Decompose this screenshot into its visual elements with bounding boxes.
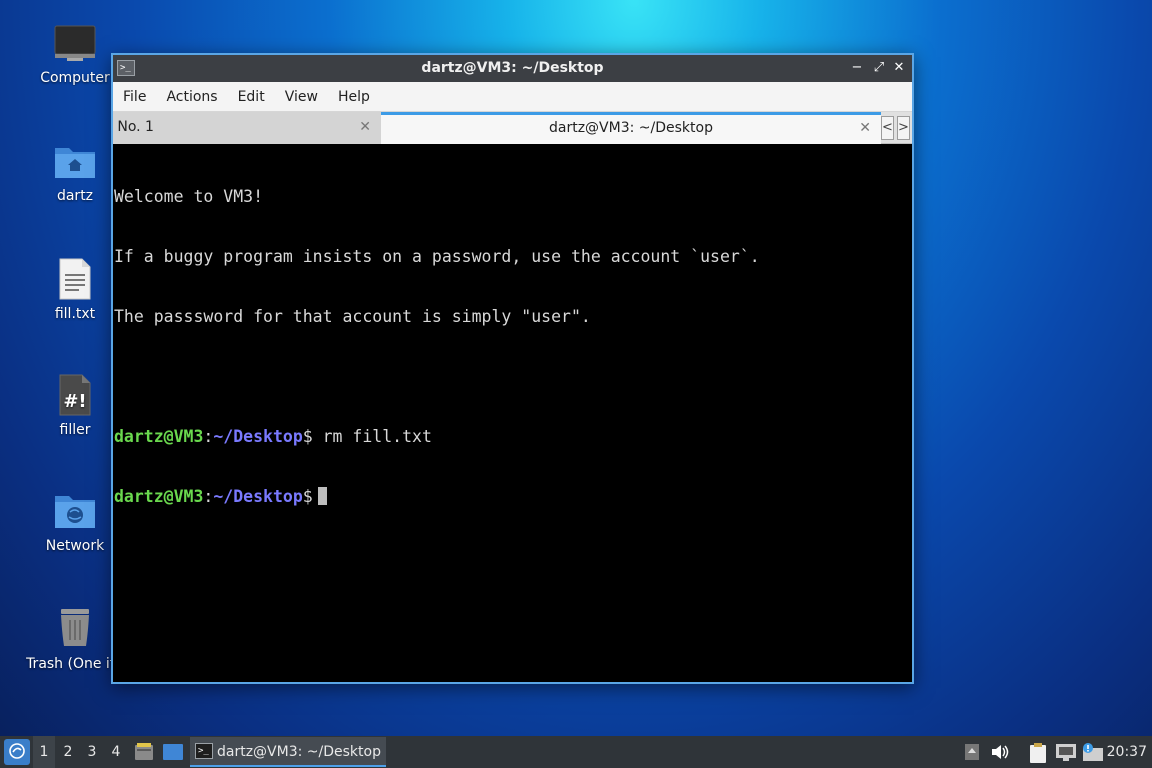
tab-label: dartz@VM3: ~/Desktop xyxy=(549,120,713,136)
svg-text:#!: #! xyxy=(63,391,86,412)
workspace-4[interactable]: 4 xyxy=(105,736,127,768)
prompt-user: dartz@VM3 xyxy=(114,487,204,506)
arrow-up-icon[interactable] xyxy=(964,742,980,762)
window-title: dartz@VM3: ~/Desktop xyxy=(421,60,604,76)
show-desktop-icon[interactable] xyxy=(162,742,184,762)
workspace-2[interactable]: 2 xyxy=(57,736,79,768)
text-file-icon xyxy=(59,258,91,300)
script-file-icon: #! xyxy=(59,374,91,416)
terminal-line: If a buggy program insists on a password… xyxy=(114,247,760,266)
taskbar-task-terminal[interactable]: >_ dartz@VM3: ~/Desktop xyxy=(190,737,386,767)
maximize-button[interactable]: ⤢ xyxy=(870,59,888,77)
prompt-symbol: $ xyxy=(302,427,313,446)
workspace-1[interactable]: 1 xyxy=(33,736,55,768)
minimize-button[interactable]: − xyxy=(848,59,866,77)
tab-label: l No. 1 xyxy=(113,119,154,135)
tab-scroll-left-button[interactable]: < xyxy=(881,116,894,140)
terminal-line: Welcome to VM3! xyxy=(114,187,264,206)
tab-close-icon[interactable]: ✕ xyxy=(359,112,371,142)
prompt-path: ~/Desktop xyxy=(213,487,303,506)
menu-file[interactable]: File xyxy=(113,82,156,112)
start-menu-button[interactable] xyxy=(4,739,30,765)
command-text: rm fill.txt xyxy=(312,427,432,446)
network-icon[interactable] xyxy=(1055,742,1077,762)
prompt-symbol: $ xyxy=(302,487,313,506)
volume-icon[interactable] xyxy=(990,742,1010,762)
terminal-prompt-line: dartz@VM3:~/Desktop$ xyxy=(114,487,911,507)
prompt-colon: : xyxy=(203,487,214,506)
tab-close-icon[interactable]: ✕ xyxy=(859,115,871,142)
window-titlebar[interactable]: >_ dartz@VM3: ~/Desktop − ⤢ ✕ xyxy=(113,55,912,82)
menu-actions[interactable]: Actions xyxy=(156,82,227,112)
menu-edit[interactable]: Edit xyxy=(228,82,275,112)
terminal-prompt-line: dartz@VM3:~/Desktop$ rm fill.txt xyxy=(114,427,911,447)
menu-view[interactable]: View xyxy=(275,82,328,112)
trash-icon xyxy=(61,609,89,646)
tab-terminal-1[interactable]: l No. 1 ✕ xyxy=(113,112,381,144)
computer-icon xyxy=(54,25,96,61)
menu-bar: File Actions Edit View Help xyxy=(113,82,912,112)
clock[interactable]: 20:37 xyxy=(1107,736,1147,768)
network-folder-icon xyxy=(55,496,95,528)
taskbar: 1 2 3 4 >_ dartz@VM3: ~/Desktop 20:37 xyxy=(0,736,1152,768)
terminal-window[interactable]: >_ dartz@VM3: ~/Desktop − ⤢ ✕ File Action… xyxy=(111,53,914,684)
close-button[interactable]: ✕ xyxy=(890,59,908,77)
text-cursor xyxy=(317,487,327,505)
prompt-colon: : xyxy=(203,427,214,446)
terminal-task-icon: >_ xyxy=(195,743,213,759)
clipboard-icon[interactable] xyxy=(1028,742,1048,764)
start-menu-icon xyxy=(9,743,25,759)
home-folder-icon xyxy=(55,148,95,178)
tab-scroll-right-button[interactable]: > xyxy=(897,116,910,140)
tab-bar: l No. 1 ✕ dartz@VM3: ~/Desktop ✕ < > xyxy=(113,112,912,144)
prompt-path: ~/Desktop xyxy=(213,427,303,446)
menu-help[interactable]: Help xyxy=(328,82,380,112)
task-label: dartz@VM3: ~/Desktop xyxy=(217,744,381,760)
file-manager-launcher-icon[interactable] xyxy=(134,742,154,762)
terminal-output[interactable]: Welcome to VM3! If a buggy program insis… xyxy=(113,145,912,682)
update-notifier-icon[interactable] xyxy=(1082,742,1104,762)
workspace-3[interactable]: 3 xyxy=(81,736,103,768)
prompt-user: dartz@VM3 xyxy=(114,427,204,446)
terminal-line: The passsword for that account is simply… xyxy=(114,307,591,326)
tab-active-desktop[interactable]: dartz@VM3: ~/Desktop ✕ xyxy=(381,112,881,144)
